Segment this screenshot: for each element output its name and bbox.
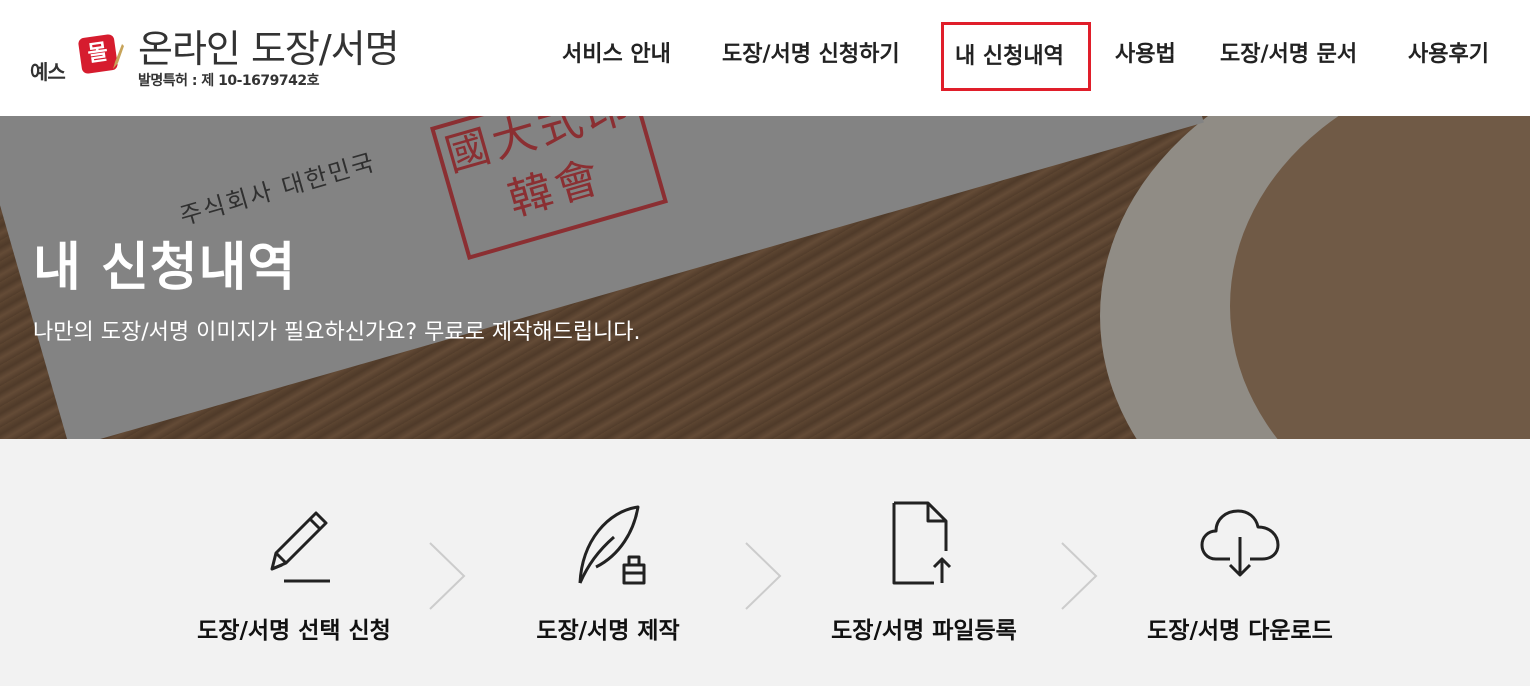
nav-apply[interactable]: 도장/서명 신청하기: [722, 38, 900, 78]
step-label: 도장/서명 파일등록: [831, 618, 1017, 644]
step-file-register: 도장/서명 파일등록: [774, 439, 1074, 686]
nav-service-info[interactable]: 서비스 안내: [562, 38, 671, 78]
step-label: 도장/서명 다운로드: [1147, 618, 1333, 644]
nav-documents[interactable]: 도장/서명 문서: [1220, 38, 1357, 78]
nav-reviews[interactable]: 사용후기: [1408, 38, 1489, 78]
step-production: 도장/서명 제작: [458, 439, 758, 686]
process-steps: 도장/서명 선택 신청 도장/서명 제작 도장/서명 파일등록 도장/서명 다운…: [0, 439, 1530, 686]
step-label: 도장/서명 선택 신청: [197, 618, 391, 644]
page-subtitle: 나만의 도장/서명 이미지가 필요하신가요? 무료로 제작해드립니다.: [33, 320, 641, 345]
pencil-icon: [270, 511, 330, 583]
quill-ink-icon: [578, 505, 646, 585]
nav-my-applications[interactable]: 내 신청내역: [941, 22, 1091, 91]
step-label: 도장/서명 제작: [536, 618, 680, 644]
file-upload-icon: [892, 501, 952, 585]
step-download: 도장/서명 다운로드: [1090, 439, 1390, 686]
step-apply: 도장/서명 선택 신청: [144, 439, 444, 686]
page-title: 내 신청내역: [33, 238, 297, 298]
main-nav: 서비스 안내 도장/서명 신청하기 내 신청내역 사용법 도장/서명 문서 사용…: [0, 0, 1530, 116]
nav-usage[interactable]: 사용법: [1115, 38, 1176, 78]
cloud-download-icon: [1200, 509, 1280, 577]
hero-banner: 주식회사 대한민국 國大式印韓會 내 신청내역 나만의 도장/서명 이미지가 필…: [0, 116, 1530, 439]
site-header: 예스 몰 온라인 도장/서명 발명특허 : 제 10-1679742호 서비스 …: [0, 0, 1530, 116]
